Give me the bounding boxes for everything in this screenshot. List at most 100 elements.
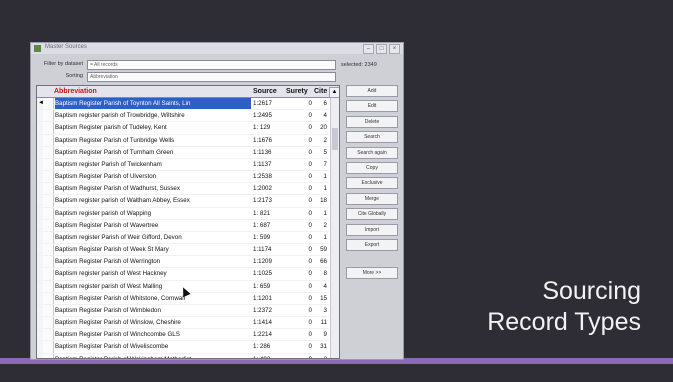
row-mark-cell[interactable] bbox=[43, 207, 54, 219]
table-row[interactable]: Baptism register Parish of Twickenham 1:1… bbox=[37, 158, 329, 172]
cell-abbreviation: Baptism Register Parish of Toynton All S… bbox=[55, 98, 251, 109]
scrollbar-thumb[interactable] bbox=[332, 128, 338, 150]
table-row[interactable]: Baptism Register Parish of Winchcombe GL… bbox=[37, 329, 329, 342]
cell-source: 1:1414 bbox=[253, 319, 272, 327]
row-mark-cell[interactable] bbox=[43, 268, 54, 280]
cell-cite: 1 bbox=[323, 209, 327, 217]
row-mark-cell[interactable] bbox=[43, 183, 54, 195]
copy-button[interactable]: Copy bbox=[346, 161, 398, 174]
table-row[interactable]: Baptism Register Parish of Toynton All S… bbox=[37, 98, 329, 111]
cell-cite: 11 bbox=[320, 319, 327, 327]
master-sources-window: Master Sources – □ × Filter by dataset =… bbox=[30, 42, 404, 360]
table-body: Baptism Register Parish of Toynton All S… bbox=[37, 98, 329, 358]
row-mark-cell[interactable] bbox=[43, 353, 54, 358]
cell-cite: 1 bbox=[323, 185, 327, 193]
table-header: Abbreviation Source Surety Cite ▲ bbox=[37, 86, 339, 98]
column-header-source[interactable]: Source bbox=[253, 87, 286, 97]
cell-surety: 0 bbox=[308, 331, 312, 339]
cell-cite: 15 bbox=[320, 294, 327, 302]
cell-source: 1: 286 bbox=[253, 343, 271, 351]
cell-source: 1:1137 bbox=[253, 160, 272, 168]
search-again-button[interactable]: Search again bbox=[346, 146, 398, 159]
table-row[interactable]: Baptism register parish of West Hackney 1… bbox=[37, 268, 329, 281]
window-titlebar[interactable]: Master Sources – □ × bbox=[31, 43, 403, 54]
row-mark-cell[interactable] bbox=[43, 195, 54, 207]
table-row[interactable]: Baptism Register Parish of Wavertree 1: 6… bbox=[37, 219, 329, 232]
row-mark-cell[interactable] bbox=[43, 244, 54, 256]
cell-abbreviation: Baptism Register Parish of Wavertree bbox=[55, 221, 159, 229]
row-mark-cell[interactable] bbox=[43, 219, 54, 231]
table-row[interactable]: Baptism Register Parish of Wiveliscombe 1… bbox=[37, 341, 329, 354]
row-mark-cell[interactable] bbox=[43, 280, 54, 292]
cell-cite: 2 bbox=[323, 136, 327, 144]
row-mark-cell[interactable] bbox=[43, 231, 54, 244]
import-button[interactable]: Import bbox=[346, 223, 398, 236]
row-mark-cell[interactable] bbox=[43, 329, 54, 341]
table-row[interactable]: Baptism Register Parish of Week St Mary 1… bbox=[37, 244, 329, 257]
row-mark-cell[interactable] bbox=[43, 122, 54, 134]
cell-abbreviation: Baptism Register Parish of Wokingham Met… bbox=[55, 354, 251, 358]
table-row[interactable]: Baptism register parish of Waltham Abbey… bbox=[37, 195, 329, 208]
row-mark-cell[interactable] bbox=[43, 304, 54, 317]
table-row[interactable]: Baptism Register Parish of Wadhurst, Sus… bbox=[37, 183, 329, 196]
row-mark-cell[interactable] bbox=[43, 171, 54, 183]
cell-cite: 4 bbox=[323, 282, 327, 290]
column-header-cite[interactable]: Cite bbox=[314, 87, 328, 97]
maximize-icon[interactable]: □ bbox=[376, 44, 387, 54]
cell-surety: 0 bbox=[308, 282, 312, 290]
cell-cite: 59 bbox=[320, 246, 327, 254]
add-button[interactable]: Add bbox=[346, 85, 398, 97]
table-row[interactable]: Baptism register parish of Wapping 1: 821… bbox=[37, 207, 329, 220]
filter-row: Filter by dataset = All records bbox=[35, 60, 336, 70]
sources-table[interactable]: Abbreviation Source Surety Cite ▲ Baptis… bbox=[36, 85, 340, 359]
row-mark-cell[interactable] bbox=[43, 98, 54, 110]
table-row[interactable]: Baptism Register Parish of Werrington 1:1… bbox=[37, 256, 329, 269]
delete-button[interactable]: Delete bbox=[346, 115, 398, 128]
cell-abbreviation: Baptism register Parish of Twickenham bbox=[55, 160, 162, 168]
cite-globally-button[interactable]: Cite Globally bbox=[346, 208, 398, 221]
cell-source: 1:2495 bbox=[253, 112, 272, 120]
table-row[interactable]: Baptism register parish of Trowbridge, W… bbox=[37, 110, 329, 123]
table-row[interactable]: Baptism Register Parish of Turnham Green… bbox=[37, 146, 329, 159]
row-mark-cell[interactable] bbox=[43, 256, 54, 268]
table-row[interactable]: Baptism register Parish of Weir Gifford,… bbox=[37, 231, 329, 245]
cell-cite: 20 bbox=[320, 124, 327, 132]
search-button[interactable]: Search bbox=[346, 131, 398, 144]
row-mark-cell[interactable] bbox=[43, 134, 54, 146]
sorting-dropdown[interactable]: Abbreviation bbox=[87, 72, 336, 82]
cell-surety: 0 bbox=[308, 270, 312, 278]
cell-cite: 8 bbox=[323, 270, 327, 278]
table-row[interactable]: Baptism Register Parish of Winslow, Ches… bbox=[37, 317, 329, 330]
row-mark-cell[interactable] bbox=[43, 158, 54, 171]
vertical-scrollbar[interactable] bbox=[330, 98, 339, 358]
column-header-surety[interactable]: Surety bbox=[286, 87, 314, 97]
cell-abbreviation: Baptism Register Parish of Week St Mary bbox=[55, 246, 169, 254]
filter-dropdown[interactable]: = All records bbox=[87, 60, 336, 70]
close-icon[interactable]: × bbox=[389, 44, 400, 54]
cell-surety: 0 bbox=[308, 148, 312, 156]
cell-source: 1:2173 bbox=[253, 197, 272, 205]
table-row[interactable]: Baptism Register Parish of Tunbridge Wel… bbox=[37, 134, 329, 147]
row-mark-cell[interactable] bbox=[43, 341, 54, 353]
row-mark-cell[interactable] bbox=[43, 110, 54, 122]
exclusive-button[interactable]: Exclusive bbox=[346, 177, 398, 190]
cell-abbreviation: Baptism register parish of West Hackney bbox=[55, 270, 167, 278]
export-button[interactable]: Export bbox=[346, 238, 398, 251]
minimize-icon[interactable]: – bbox=[363, 44, 374, 54]
row-mark-cell[interactable] bbox=[43, 317, 54, 329]
scroll-up-arrow-icon[interactable]: ▲ bbox=[329, 87, 339, 98]
edit-button[interactable]: Edit bbox=[346, 100, 398, 113]
cell-abbreviation: Baptism Register parish of Tudeley, Kent bbox=[55, 124, 167, 132]
table-row[interactable]: Baptism Register parish of Tudeley, Kent… bbox=[37, 122, 329, 135]
more-button[interactable]: More >> bbox=[346, 266, 398, 279]
table-row[interactable]: Baptism Register Parish of Wimbledon 1:23… bbox=[37, 304, 329, 318]
cell-surety: 0 bbox=[308, 209, 312, 217]
table-row[interactable]: Baptism Register Parish of Ulverston 1:25… bbox=[37, 171, 329, 184]
row-mark-cell[interactable] bbox=[43, 292, 54, 304]
cell-surety: 0 bbox=[308, 221, 312, 229]
merge-button[interactable]: Merge bbox=[346, 192, 398, 205]
column-header-abbreviation[interactable]: Abbreviation bbox=[54, 87, 254, 97]
table-row[interactable]: Baptism Register Parish of Wokingham Met… bbox=[37, 353, 329, 358]
row-mark-cell[interactable] bbox=[43, 146, 54, 158]
cell-cite: 4 bbox=[323, 112, 327, 120]
